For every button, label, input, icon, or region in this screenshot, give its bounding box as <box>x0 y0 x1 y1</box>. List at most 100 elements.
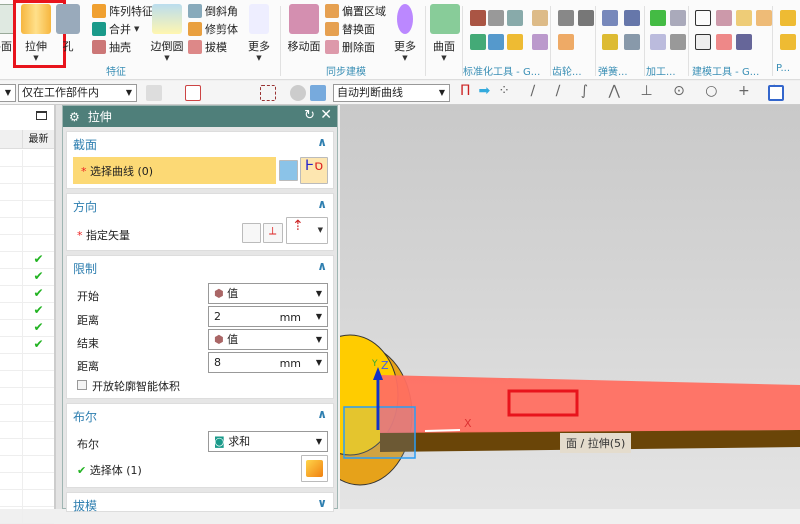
section-title[interactable]: 方向 <box>73 198 97 215</box>
cube-icon[interactable] <box>310 85 326 101</box>
table-row[interactable] <box>0 507 54 524</box>
shell-button[interactable]: 抽壳 <box>92 38 131 56</box>
view-icon[interactable] <box>768 85 784 101</box>
end-distance-input[interactable]: 8 mm ▼ <box>208 352 328 373</box>
more-feature-button[interactable]: 更多 ▼ <box>244 4 274 62</box>
gear-tool-icon[interactable] <box>558 10 574 26</box>
tool-icon[interactable] <box>507 34 523 50</box>
spring-tool-icon[interactable] <box>602 34 618 50</box>
edge-blend-button[interactable]: 边倒圆 ▼ <box>150 4 184 62</box>
chevron-down-icon[interactable]: ∨ <box>317 496 327 510</box>
table-row[interactable] <box>0 439 54 456</box>
table-row[interactable] <box>0 167 54 184</box>
section-title[interactable]: 拔模 <box>73 497 97 514</box>
offset-region-button[interactable]: 偏置区域 <box>325 2 386 20</box>
spring-tool-icon[interactable] <box>624 34 640 50</box>
spring-tool-icon[interactable] <box>624 10 640 26</box>
table-row[interactable]: ✔ <box>0 320 54 337</box>
delete-face-button[interactable]: 删除面 <box>325 38 375 56</box>
part-tool-icon[interactable] <box>780 10 796 26</box>
table-row[interactable]: ✔ <box>0 303 54 320</box>
curve-button[interactable]: Ͱס <box>300 157 328 184</box>
start-dropdown[interactable]: ⬢ 值 ▼ <box>208 283 328 304</box>
table-row[interactable] <box>0 422 54 439</box>
more-sync-button[interactable]: 更多 ▼ <box>392 4 418 62</box>
start-distance-input[interactable]: 2 mm ▼ <box>208 306 328 327</box>
hole-button[interactable]: 孔 <box>54 4 82 54</box>
boolean-dropdown[interactable]: ◙ 求和 ▼ <box>208 431 328 452</box>
select-body-button[interactable] <box>301 455 328 482</box>
tool-icon[interactable] <box>532 34 548 50</box>
select-icon[interactable] <box>185 85 201 101</box>
trim-body-button[interactable]: 修剪体 <box>188 20 238 38</box>
spring-tool-icon[interactable] <box>602 10 618 26</box>
section-title[interactable]: 限制 <box>73 260 97 277</box>
gear-tool-icon[interactable] <box>558 34 574 50</box>
part-tool-icon[interactable] <box>780 34 796 50</box>
modeling-tool-icon[interactable] <box>716 10 732 26</box>
modeling-tool-icon[interactable] <box>716 34 732 50</box>
splitter[interactable] <box>55 105 62 509</box>
section-title[interactable]: 布尔 <box>73 408 97 425</box>
chevron-up-icon[interactable]: ∧ <box>317 135 327 149</box>
machining-tool-icon[interactable] <box>670 10 686 26</box>
table-row[interactable] <box>0 218 54 235</box>
triangle-icon[interactable] <box>695 10 711 26</box>
chevron-up-icon[interactable]: ∧ <box>317 407 327 421</box>
snap-icon[interactable] <box>146 85 162 101</box>
table-row[interactable] <box>0 405 54 422</box>
table-row[interactable]: ✔ <box>0 286 54 303</box>
tool-icon[interactable] <box>488 10 504 26</box>
gear-tool-icon[interactable] <box>578 10 594 26</box>
replace-face-button[interactable]: 替换面 <box>325 20 375 38</box>
machining-tool-icon[interactable] <box>650 34 666 50</box>
curve-rule-dropdown[interactable]: 自动判断曲线 ▼ <box>333 84 450 102</box>
snap-point-icons[interactable]: Π➡⁘ ∕ ∕ ∫ ⋀ ⊥ ⊙ ○ + ∕ <box>460 83 783 99</box>
table-row[interactable] <box>0 490 54 507</box>
reset-icon[interactable]: ↻ <box>304 108 315 123</box>
table-row[interactable] <box>0 201 54 218</box>
modeling-tool-icon[interactable] <box>736 34 752 50</box>
table-row[interactable] <box>0 371 54 388</box>
graphics-viewport[interactable]: Z Y X 面 / 拉伸(5) <box>340 105 800 509</box>
close-icon[interactable]: ✕ <box>320 107 332 123</box>
tool-icon[interactable] <box>532 10 548 26</box>
table-row[interactable] <box>0 354 54 371</box>
table-row[interactable]: ✔ <box>0 252 54 269</box>
modeling-tool-icon[interactable] <box>695 34 711 50</box>
scope-dropdown[interactable]: 仅在工作部件内 ▼ <box>18 84 137 102</box>
table-row[interactable] <box>0 388 54 405</box>
column-latest[interactable]: 最新 <box>22 130 54 149</box>
sketch-section-button[interactable] <box>279 160 298 181</box>
table-row[interactable]: ✔ <box>0 337 54 354</box>
tool-icon[interactable] <box>470 10 486 26</box>
tool-icon[interactable] <box>507 10 523 26</box>
modeling-tool-icon[interactable] <box>756 10 772 26</box>
table-row[interactable] <box>0 235 54 252</box>
chevron-up-icon[interactable]: ∧ <box>317 259 327 273</box>
table-row[interactable] <box>0 456 54 473</box>
table-row[interactable] <box>0 473 54 490</box>
pattern-feature-button[interactable]: 阵列特征 <box>92 2 153 20</box>
gear-icon[interactable]: ⚙ <box>69 110 80 124</box>
draft-button[interactable]: 拔模 <box>188 38 227 56</box>
chevron-up-icon[interactable]: ∧ <box>317 197 327 211</box>
table-row[interactable]: ✔ <box>0 269 54 286</box>
box-select-icon[interactable] <box>260 85 276 101</box>
vector-type-dropdown[interactable]: ⇡ ▼ <box>286 217 328 244</box>
tool-icon[interactable] <box>488 34 504 50</box>
unite-button[interactable]: 合并 ▼ <box>92 20 139 38</box>
vector-dialog-button[interactable]: ⟂ <box>263 223 283 243</box>
modeling-tool-icon[interactable] <box>736 10 752 26</box>
select-curve-field[interactable]: * 选择曲线 (0) <box>73 157 276 184</box>
maximize-icon[interactable] <box>36 111 47 120</box>
machining-tool-icon[interactable] <box>650 10 666 26</box>
table-row[interactable] <box>0 150 54 167</box>
machining-tool-icon[interactable] <box>670 34 686 50</box>
open-profile-checkbox[interactable] <box>77 380 87 390</box>
chamfer-button[interactable]: 倒斜角 <box>188 2 238 20</box>
end-dropdown[interactable]: ⬢ 值 ▼ <box>208 329 328 350</box>
type-filter-dropdown[interactable]: ▼ <box>0 84 16 102</box>
move-face-button[interactable]: 移动面 <box>286 4 322 54</box>
eraser-icon[interactable] <box>290 85 306 101</box>
